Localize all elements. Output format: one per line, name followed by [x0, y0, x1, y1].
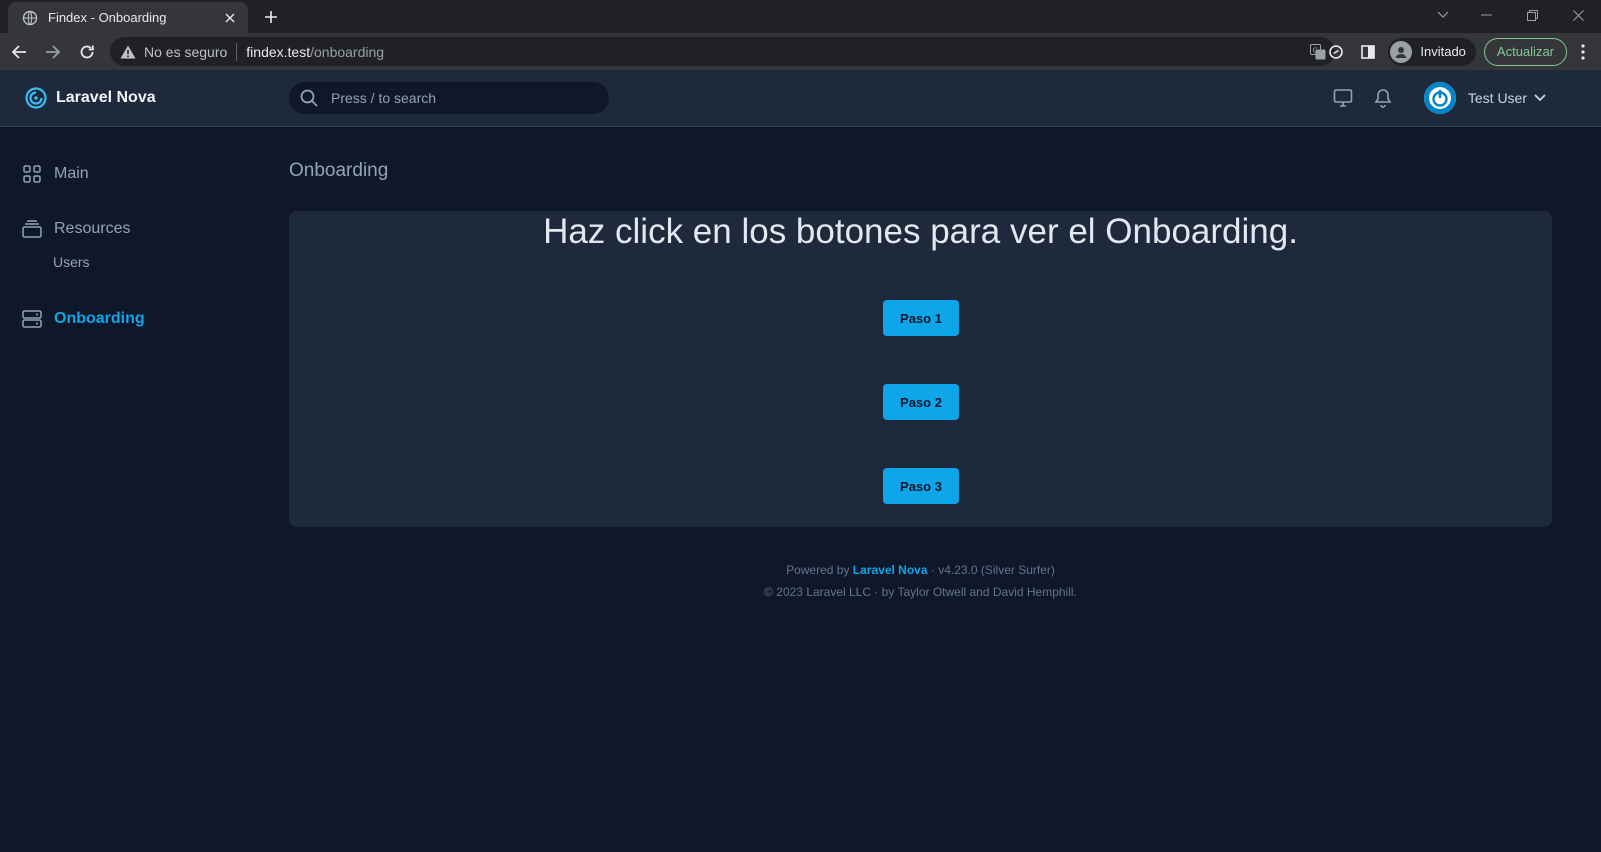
- extension-icon[interactable]: [1320, 36, 1352, 68]
- sidebar-item-label: Resources: [54, 220, 131, 237]
- side-panel-icon[interactable]: [1352, 36, 1384, 68]
- footer-copyright: © 2023 Laravel LLC · by Taylor Otwell an…: [764, 585, 1077, 599]
- paso-2-button[interactable]: Paso 2: [883, 384, 959, 420]
- forward-arrow-icon[interactable]: [38, 37, 68, 67]
- app-header: Laravel Nova Test User: [0, 70, 1601, 127]
- user-name: Test User: [1467, 90, 1527, 106]
- omnibox-divider: [236, 42, 238, 61]
- profile-avatar-icon: [1390, 40, 1413, 63]
- tab-search-chevron-icon[interactable]: [1423, 0, 1463, 30]
- user-menu[interactable]: Test User: [1423, 82, 1547, 114]
- sidebar-item-resources[interactable]: Resources: [22, 215, 262, 243]
- profile-button[interactable]: Invitado: [1388, 37, 1476, 66]
- search-icon: [299, 88, 319, 108]
- profile-name: Invitado: [1420, 44, 1466, 59]
- browser-tab[interactable]: Findex - Onboarding: [8, 2, 248, 33]
- brand-link[interactable]: Laravel Nova: [24, 86, 156, 110]
- update-button[interactable]: Actualizar: [1483, 37, 1567, 66]
- close-tab-icon[interactable]: [222, 10, 238, 26]
- not-secure-label: No es seguro: [144, 43, 228, 60]
- minimize-icon[interactable]: [1463, 0, 1509, 30]
- stack-icon: [22, 219, 42, 239]
- url-text[interactable]: findex.test/onboarding: [246, 44, 384, 60]
- global-search[interactable]: [289, 82, 609, 114]
- brand-name: Laravel Nova: [56, 89, 156, 106]
- user-avatar: [1423, 82, 1456, 114]
- onboarding-card: Haz click en los botones para ver el Onb…: [289, 211, 1552, 527]
- nova-logo-icon: [24, 86, 48, 110]
- sidebar-item-main[interactable]: Main: [22, 160, 262, 188]
- bell-icon[interactable]: [1368, 83, 1398, 113]
- search-input[interactable]: [329, 89, 583, 107]
- server-icon: [22, 309, 42, 329]
- onboarding-headline: Haz click en los botones para ver el Onb…: [543, 212, 1298, 251]
- sidebar: Main Resources Users Onboarding: [22, 160, 262, 333]
- sidebar-item-label: Main: [54, 165, 89, 182]
- footer-powered-line: Powered by Laravel Nova · v4.23.0 (Silve…: [289, 559, 1552, 581]
- address-bar[interactable]: No es seguro findex.test/onboarding G: [110, 37, 1335, 66]
- grid-icon: [22, 164, 42, 184]
- new-tab-icon[interactable]: [260, 6, 282, 28]
- paso-3-button[interactable]: Paso 3: [883, 468, 959, 504]
- back-arrow-icon[interactable]: [4, 37, 34, 67]
- svg-text:G: G: [1313, 47, 1318, 55]
- version-text: · v4.23.0 (Silver Surfer): [930, 563, 1055, 577]
- footer: Powered by Laravel Nova · v4.23.0 (Silve…: [289, 559, 1552, 603]
- close-window-icon[interactable]: [1555, 0, 1601, 30]
- sidebar-item-label: Onboarding: [54, 310, 145, 327]
- reload-icon[interactable]: [72, 37, 102, 67]
- sidebar-subitem-users[interactable]: Users: [53, 251, 262, 273]
- page-title: Onboarding: [289, 160, 389, 181]
- browser-toolbar: No es seguro findex.test/onboarding G In…: [0, 33, 1601, 70]
- restore-icon[interactable]: [1509, 0, 1555, 30]
- paso-1-button[interactable]: Paso 1: [883, 300, 959, 336]
- chevron-down-icon: [1533, 91, 1547, 105]
- kebab-menu-icon[interactable]: [1567, 36, 1599, 68]
- browser-tabstrip: Findex - Onboarding: [0, 0, 1601, 33]
- nova-link[interactable]: Laravel Nova: [853, 563, 928, 577]
- sidebar-item-onboarding[interactable]: Onboarding: [22, 305, 262, 333]
- monitor-icon[interactable]: [1328, 83, 1358, 113]
- tab-title: Findex - Onboarding: [48, 10, 167, 25]
- globe-icon: [22, 10, 38, 26]
- warning-icon[interactable]: [120, 44, 136, 60]
- powered-by-text: Powered by: [786, 563, 850, 577]
